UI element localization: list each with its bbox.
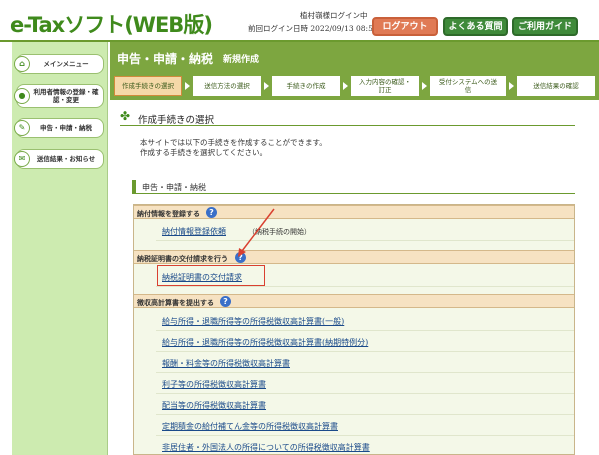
step-arrow-icon bbox=[343, 82, 348, 90]
guide-button[interactable]: ご利用ガイド bbox=[512, 17, 578, 36]
header: e-Taxソフト(WEB版) 植村嶺様ログイン中 前回ログイン日時 2022/0… bbox=[0, 0, 599, 42]
step-create: 手続きの作成 bbox=[272, 76, 340, 96]
section-heading: ✤ 作成手続きの選択 bbox=[120, 109, 575, 126]
sidebar-item-label: 利用者情報の登録・確認・変更 bbox=[33, 88, 99, 104]
step-send-method: 送信方法の選択 bbox=[193, 76, 261, 96]
page-title: 申告・申請・納税 bbox=[117, 52, 214, 66]
user-icon: ● bbox=[14, 88, 30, 104]
procedure-link[interactable]: 配当等の所得税徴収高計算書 bbox=[162, 400, 266, 411]
mail-icon: ✉ bbox=[14, 151, 30, 167]
last-login-label: 前回ログイン日時 bbox=[248, 24, 308, 33]
sidebar-item-user-info[interactable]: ● 利用者情報の登録・確認・変更 bbox=[14, 84, 104, 108]
step-arrow-icon bbox=[422, 82, 427, 90]
section-title: 作成手続きの選択 bbox=[138, 115, 215, 126]
sidebar-item-label: メインメニュー bbox=[43, 60, 89, 68]
sidebar-item-results[interactable]: ✉ 送信結果・お知らせ bbox=[14, 149, 104, 169]
procedure-link[interactable]: 定期積金の給付補てん金等の所得税徴収高計算書 bbox=[162, 421, 338, 432]
annotation-arrow-icon bbox=[238, 208, 275, 257]
sidebar-item-label: 送信結果・お知らせ bbox=[36, 155, 96, 163]
sidebar: ⌂ メインメニュー ● 利用者情報の登録・確認・変更 ✎ 申告・申請・納税 ✉ … bbox=[12, 42, 108, 455]
logout-button[interactable]: ログアウト bbox=[372, 17, 438, 36]
step-result: 送信結果の確認 bbox=[517, 76, 595, 96]
highlight-box bbox=[157, 265, 265, 286]
list-item: 利子等の所得税徴収高計算書 bbox=[156, 373, 574, 394]
group-label: 納付情報を登録する bbox=[137, 209, 200, 218]
procedure-link[interactable]: 給与所得・退職所得等の所得税徴収高計算書(納期特例分) bbox=[162, 337, 368, 348]
list-item: 定期積金の給付補てん金等の所得税徴収高計算書 bbox=[156, 415, 574, 436]
page-subtitle: 新規作成 bbox=[223, 55, 260, 65]
intro-text: 本サイトでは以下の手続きを作成することができます。 作成する手続きを選択してくだ… bbox=[140, 138, 327, 158]
intro-line: 作成する手続きを選択してください。 bbox=[140, 148, 268, 157]
last-login: 前回ログイン日時 2022/09/13 08:58 bbox=[248, 24, 378, 34]
sidebar-item-declaration[interactable]: ✎ 申告・申請・納税 bbox=[14, 118, 104, 138]
clover-icon: ✤ bbox=[120, 109, 131, 123]
procedure-link[interactable]: 給与所得・退職所得等の所得税徴収高計算書(一般) bbox=[162, 316, 344, 327]
step-arrow-icon bbox=[185, 82, 190, 90]
procedure-link[interactable]: 非居住者・外国法人の所得についての所得税徴収高計算書 bbox=[162, 442, 370, 453]
list-item: 給与所得・退職所得等の所得税徴収高計算書(納期特例分) bbox=[156, 331, 574, 352]
list-item: 報酬・料金等の所得税徴収高計算書 bbox=[156, 352, 574, 373]
pen-icon: ✎ bbox=[14, 120, 30, 136]
category-title: 申告・申請・納税 bbox=[142, 183, 206, 192]
procedure-link[interactable]: 利子等の所得税徴収高計算書 bbox=[162, 379, 266, 390]
login-user: 植村嶺様ログイン中 bbox=[300, 11, 368, 20]
step-indicator: 作成手続きの選択 送信方法の選択 手続きの作成 入力内容の確認・訂正 受付システ… bbox=[110, 72, 599, 100]
home-icon: ⌂ bbox=[14, 56, 30, 72]
intro-line: 本サイトでは以下の手続きを作成することができます。 bbox=[140, 138, 327, 147]
last-login-value: 2022/09/13 08:58 bbox=[310, 24, 378, 33]
sidebar-item-main-menu[interactable]: ⌂ メインメニュー bbox=[14, 54, 104, 74]
help-icon[interactable]: ? bbox=[220, 296, 231, 307]
etax-logo: e-Taxソフト(WEB版) bbox=[10, 13, 213, 37]
step-confirm: 入力内容の確認・訂正 bbox=[351, 76, 419, 96]
step-arrow-icon bbox=[509, 82, 514, 90]
category-marker bbox=[132, 180, 136, 193]
step-select-procedure: 作成手続きの選択 bbox=[114, 76, 182, 96]
list-item: 配当等の所得税徴収高計算書 bbox=[156, 394, 574, 415]
list-item: 非居住者・外国法人の所得についての所得税徴収高計算書 bbox=[156, 436, 574, 455]
step-arrow-icon bbox=[264, 82, 269, 90]
title-bar: 申告・申請・納税 新規作成 bbox=[110, 42, 599, 72]
step-submit: 受付システムへの送信 bbox=[430, 76, 506, 96]
faq-button[interactable]: よくある質問 bbox=[443, 17, 508, 36]
sidebar-item-label: 申告・申請・納税 bbox=[40, 124, 92, 132]
procedure-link[interactable]: 報酬・料金等の所得税徴収高計算書 bbox=[162, 358, 290, 369]
list-item: 給与所得・退職所得等の所得税徴収高計算書(一般) bbox=[156, 310, 574, 331]
category-heading: 申告・申請・納税 bbox=[132, 180, 575, 194]
group-header: 徴収高計算書を提出する ? bbox=[134, 294, 574, 308]
group-label: 徴収高計算書を提出する bbox=[137, 298, 214, 307]
